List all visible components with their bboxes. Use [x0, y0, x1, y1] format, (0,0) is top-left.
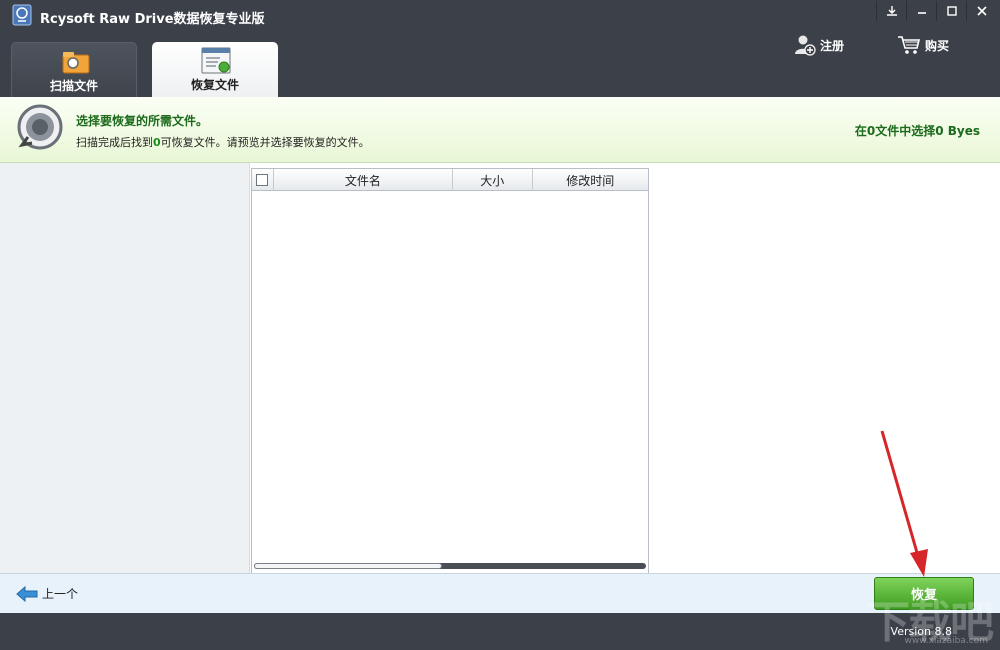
file-list-table[interactable]: 文件名 大小 修改时间 [251, 168, 649, 574]
watermark-url: www.xiazaiba.com [904, 636, 988, 646]
found-count: 0 [153, 136, 161, 149]
title-bar: Rcysoft Raw Drive数据恢复专业版 扫描文件 恢复文件 注册 购买 [0, 0, 1000, 97]
select-all-checkbox[interactable] [256, 174, 269, 186]
column-header-filename[interactable]: 文件名 [274, 169, 453, 191]
bottom-bar: 上一个 恢复 [0, 573, 1000, 613]
folder-scan-icon [62, 52, 90, 74]
maximize-button[interactable] [936, 1, 966, 21]
minimize-button[interactable] [906, 1, 936, 21]
previous-button[interactable]: 上一个 [16, 585, 78, 602]
scrollbar-thumb[interactable] [254, 563, 442, 569]
horizontal-scrollbar[interactable] [254, 563, 646, 569]
tab-scan-files[interactable]: 扫描文件 [11, 42, 137, 97]
window-title: Rcysoft Raw Drive数据恢复专业版 [40, 12, 265, 27]
maximize-icon [946, 6, 957, 16]
arrow-left-icon [16, 585, 38, 602]
info-banner: 选择要恢复的所需文件。 扫描完成后找到0可恢复文件。请预览并选择要恢复的文件。 … [0, 97, 1000, 163]
buy-label: 购买 [925, 38, 950, 53]
banner-desc-after: 可恢复文件。请预览并选择要恢复的文件。 [160, 136, 370, 149]
shopping-cart-icon [898, 36, 921, 54]
banner-description: 扫描完成后找到0可恢复文件。请预览并选择要恢复的文件。 [76, 134, 370, 150]
main-area: 文件名 大小 修改时间 [0, 163, 1000, 574]
tab-recover-files[interactable]: 恢复文件 [152, 42, 278, 97]
banner-desc-before: 扫描完成后找到 [76, 136, 153, 149]
column-header-size[interactable]: 大小 [453, 169, 533, 191]
download-icon [886, 6, 897, 16]
minimize-icon [917, 12, 926, 14]
previous-label: 上一个 [42, 587, 79, 601]
column-header-modified[interactable]: 修改时间 [533, 169, 648, 191]
recover-window-icon [201, 47, 231, 74]
table-header: 文件名 大小 修改时间 [252, 169, 648, 191]
register-button[interactable]: 注册 [794, 34, 844, 56]
selection-status: 在0文件中选择0 Byes [854, 124, 980, 138]
register-label: 注册 [820, 38, 845, 53]
banner-title: 选择要恢复的所需文件。 [76, 114, 209, 128]
recovery-disk-icon [17, 104, 63, 150]
folder-tree-panel[interactable] [0, 163, 250, 573]
tab-scan-label: 扫描文件 [49, 79, 98, 93]
download-button[interactable] [876, 1, 906, 21]
close-button[interactable] [966, 1, 996, 21]
status-bar: Version 8.8 [0, 613, 1000, 650]
close-icon [976, 6, 987, 16]
add-user-icon [795, 35, 816, 56]
tab-recover-label: 恢复文件 [190, 78, 239, 92]
window-controls [876, 1, 996, 21]
annotation-arrow-icon [880, 430, 928, 577]
select-all-cell [252, 169, 274, 191]
app-logo-icon [12, 4, 32, 26]
buy-button[interactable]: 购买 [897, 34, 949, 56]
